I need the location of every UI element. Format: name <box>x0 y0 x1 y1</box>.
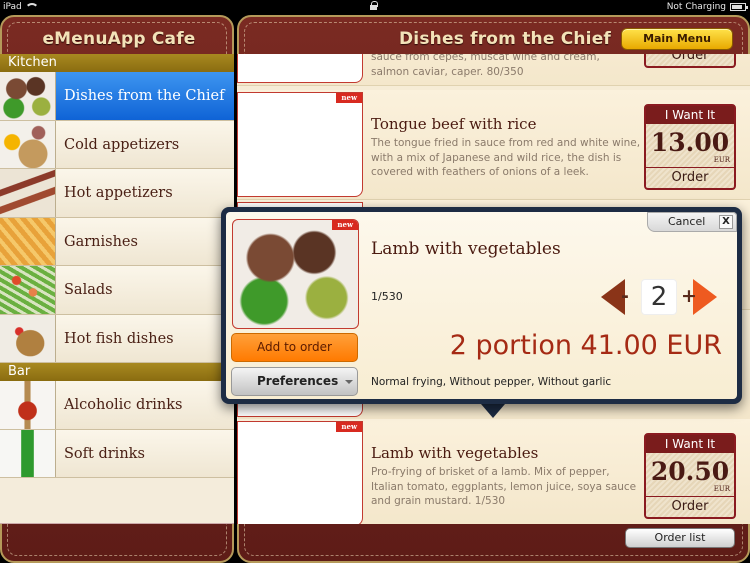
cold-appetizer-thumbnail <box>0 120 56 168</box>
category-item-hot-appetizers[interactable]: Hot appetizers <box>0 169 234 218</box>
category-label: Soft drinks <box>64 445 145 462</box>
wifi-icon <box>24 3 39 11</box>
cancel-label: Cancel <box>668 215 706 228</box>
selected-preferences: Normal frying, Without pepper, Without g… <box>371 376 612 388</box>
dish-row: sauce from cepes, muscat wine and cream,… <box>237 54 750 86</box>
dish-row: new Tongue beef with rice The tongue fri… <box>237 90 750 200</box>
popover-content: Cancel X new Add to order Preferences La… <box>226 212 737 399</box>
quantity-value: 2 <box>641 279 677 315</box>
price-tag[interactable]: I Want It Order <box>644 54 736 68</box>
preferences-button[interactable]: Preferences <box>231 367 358 396</box>
add-to-order-button[interactable]: Add to order <box>231 333 358 362</box>
device-name: iPad <box>3 2 22 12</box>
currency-label: EUR <box>713 156 730 164</box>
price-tag[interactable]: I Want It 20.50 EUR Order <box>644 433 736 519</box>
new-badge: new <box>336 93 362 103</box>
section-header-bar: Bar <box>0 363 234 381</box>
category-item-alcoholic-drinks[interactable]: Alcoholic drinks <box>0 381 234 430</box>
new-badge: new <box>336 422 362 432</box>
category-item-soft-drinks[interactable]: Soft drinks <box>0 429 234 478</box>
category-list-empty-area <box>0 479 234 524</box>
category-label: Cold appetizers <box>64 136 180 153</box>
dish-price: 13.00 <box>650 128 730 157</box>
category-item-garnishes[interactable]: Garnishes <box>0 217 234 266</box>
lock-icon <box>370 1 378 10</box>
close-icon[interactable]: X <box>719 215 733 229</box>
dish-description: The tongue fried in sauce from red and w… <box>371 137 641 178</box>
liquor-bottle-thumbnail <box>0 381 56 429</box>
currency-label: EUR <box>713 485 730 493</box>
popover-arrow <box>481 404 505 418</box>
fries-thumbnail <box>0 217 56 265</box>
order-button[interactable]: Order <box>646 54 734 66</box>
dish-photo[interactable] <box>237 54 363 83</box>
section-header-kitchen: Kitchen <box>0 54 234 72</box>
dish-meat-thumbnail <box>0 72 56 120</box>
dish-row: new Lamb with vegetables Pro-frying of b… <box>237 419 750 524</box>
price-tag[interactable]: I Want It 13.00 EUR Order <box>644 104 736 190</box>
popover-total-price: 2 portion 41.00 EUR <box>449 330 722 361</box>
preferences-label: Preferences <box>257 374 339 388</box>
minus-icon: - <box>621 285 629 307</box>
increase-quantity-button[interactable]: + <box>681 279 717 315</box>
battery-icon <box>730 3 748 11</box>
popover-dish-photo: new <box>232 219 359 329</box>
category-item-cold-appetizers[interactable]: Cold appetizers <box>0 120 234 169</box>
chevron-down-icon <box>345 380 353 384</box>
app-title: eMenuApp Cafe <box>42 29 196 49</box>
category-label: Salads <box>64 282 113 298</box>
decrease-quantity-button[interactable]: - <box>601 279 637 315</box>
sausages-thumbnail <box>0 169 56 217</box>
category-label: Dishes from the Chief <box>64 88 225 104</box>
dish-description: sauce from cepes, muscat wine and cream,… <box>371 54 600 78</box>
order-button[interactable]: Order <box>646 167 734 188</box>
new-badge: new <box>332 220 358 230</box>
dish-photo[interactable]: new <box>237 421 363 524</box>
popover-dish-name: Lamb with vegetables <box>371 239 561 259</box>
category-label: Hot fish dishes <box>64 330 174 347</box>
fish-thumbnail <box>0 314 56 362</box>
cancel-button[interactable]: Cancel X <box>647 212 737 232</box>
i-want-it-label: I Want It <box>646 106 734 124</box>
order-button[interactable]: Order <box>646 496 734 517</box>
soda-bottle-thumbnail <box>0 429 56 477</box>
category-label: Alcoholic drinks <box>64 397 183 413</box>
dish-description: Pro-frying of brisket of a lamb. Mix of … <box>371 466 637 507</box>
battery-status: Not Charging <box>666 2 726 12</box>
category-item-dishes-from-the-chief[interactable]: Dishes from the Chief <box>0 72 234 121</box>
popover-dish-weight: 1/530 <box>371 290 403 303</box>
quantity-stepper: - 2 + <box>601 277 717 317</box>
category-item-salads[interactable]: Salads <box>0 266 234 315</box>
main-menu-button[interactable]: Main Menu <box>621 28 733 50</box>
order-list-button[interactable]: Order list <box>625 528 735 548</box>
add-to-order-popover: Cancel X new Add to order Preferences La… <box>221 207 742 404</box>
category-label: Garnishes <box>64 233 138 250</box>
dish-photo[interactable]: new <box>237 92 363 197</box>
status-bar: iPad Not Charging <box>0 0 750 14</box>
dish-price: 20.50 <box>650 457 730 486</box>
category-item-hot-fish-dishes[interactable]: Hot fish dishes <box>0 314 234 363</box>
category-title: Dishes from the Chief <box>399 29 612 49</box>
plus-icon: + <box>681 285 697 307</box>
salad-thumbnail <box>0 266 56 314</box>
dish-name: Tongue beef with rice <box>371 115 537 133</box>
category-list[interactable]: Kitchen Dishes from the Chief Cold appet… <box>0 54 234 479</box>
category-label: Hot appetizers <box>64 185 173 201</box>
dish-name: Lamb with vegetables <box>371 444 539 462</box>
i-want-it-label: I Want It <box>646 435 734 453</box>
